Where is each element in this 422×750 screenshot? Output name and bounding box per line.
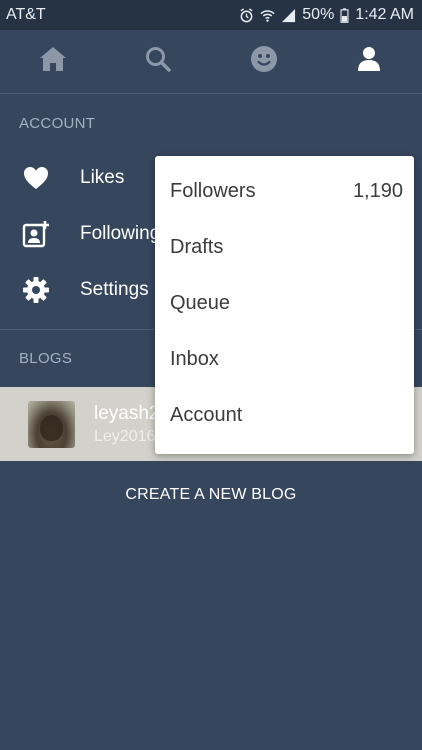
dropdown-item-label: Followers (170, 179, 256, 202)
status-bar: AT&T 50% 1:42 AM (0, 0, 422, 30)
tab-home[interactable] (23, 30, 83, 94)
dropdown-item-queue[interactable]: Queue (155, 275, 414, 331)
dropdown-item-drafts[interactable]: Drafts (155, 219, 414, 275)
add-person-icon (19, 220, 53, 248)
battery-percent: 50% (302, 6, 335, 23)
dropdown-item-label: Queue (170, 291, 231, 314)
menu-item-label: Following (80, 223, 161, 244)
clock-time: 1:42 AM (355, 6, 414, 23)
smiley-icon (250, 45, 278, 78)
blog-info: leyash2 Ley2016 (94, 403, 160, 446)
blogs-section-title: BLOGS (19, 350, 73, 367)
dropdown-item-account[interactable]: Account (155, 387, 414, 443)
carrier-label: AT&T (6, 6, 46, 23)
menu-item-label: Likes (80, 167, 125, 188)
account-dropdown-menu: Followers 1,190 Drafts Queue Inbox Accou… (155, 156, 414, 454)
heart-icon (19, 166, 53, 190)
alarm-icon (239, 7, 254, 23)
dropdown-item-label: Drafts (170, 235, 224, 258)
tab-bar (0, 30, 422, 94)
followers-count: 1,190 (352, 179, 403, 202)
menu-item-label: Settings (80, 279, 149, 300)
battery-icon (340, 7, 349, 23)
signal-icon (281, 8, 296, 23)
dropdown-item-label: Account (170, 403, 243, 426)
account-section-title: ACCOUNT (19, 115, 96, 132)
gear-icon (19, 276, 53, 304)
search-icon (145, 46, 171, 77)
dropdown-item-inbox[interactable]: Inbox (155, 331, 414, 387)
home-icon (39, 46, 67, 77)
blog-name: leyash2 (94, 402, 160, 424)
tab-activity[interactable] (234, 30, 294, 94)
person-icon (357, 46, 381, 77)
tab-account[interactable] (339, 30, 399, 94)
blog-subtitle: Ley2016 (94, 427, 156, 445)
dropdown-item-followers[interactable]: Followers 1,190 (155, 163, 414, 219)
dropdown-item-label: Inbox (170, 347, 219, 370)
create-new-blog-button[interactable]: CREATE A NEW BLOG (0, 486, 422, 504)
status-indicators: 50% 1:42 AM (239, 6, 414, 24)
blog-avatar (28, 400, 75, 448)
tab-search[interactable] (128, 30, 188, 94)
wifi-icon (260, 8, 275, 23)
